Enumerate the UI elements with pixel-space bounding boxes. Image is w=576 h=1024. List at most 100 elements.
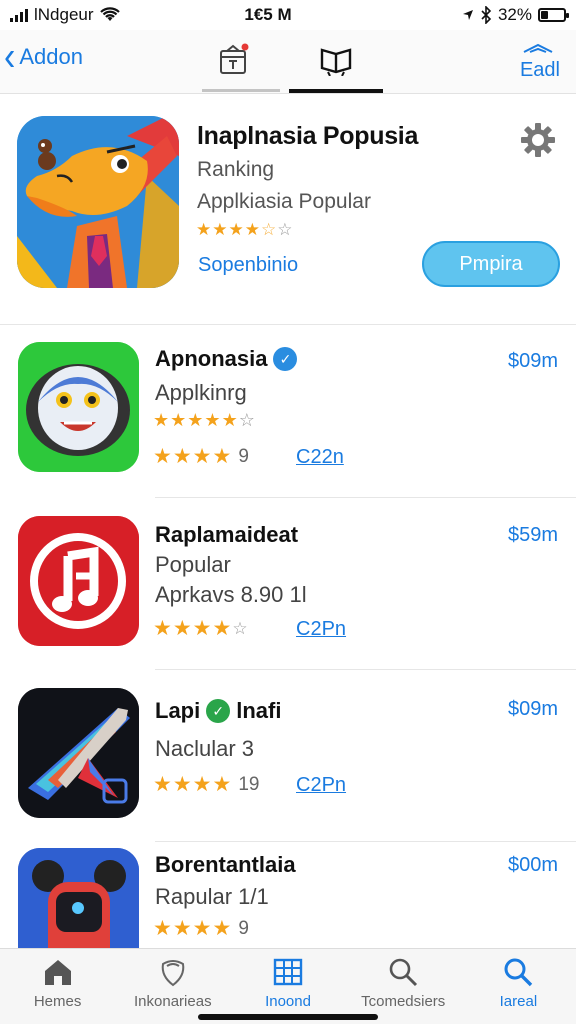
star-icon: ★ [212,220,228,239]
tab-inoond[interactable]: Inoond [230,949,345,1024]
nav-right-label: Eadl [519,59,560,81]
star-icon: ★ [192,617,212,640]
battery-fill [541,11,549,19]
nav-bar: ‹ Addon Eadl [0,30,576,94]
tab-label: Hemes [33,993,82,1010]
featured-title: lnaplnasia Popusia [197,122,419,150]
battery-percent: 32% [497,5,532,24]
app-name-text: Apnonasia [155,346,268,371]
featured-app[interactable]: lnaplnasia Popusia Ranking Applkiasia Po… [0,100,576,325]
star-icon: ★ [170,410,187,430]
app-name: Raplamaideat [155,522,298,548]
tab-home[interactable]: Hemes [0,949,115,1024]
bluetooth-icon [481,6,492,24]
status-bar: lNdgeur 1€5 M 32% [0,0,576,30]
star-icon: ★ [153,445,172,468]
tab-label: Iareal [499,993,538,1010]
star-rating-secondary: ★ ★ ★ ★ 9 [153,444,249,469]
get-button[interactable]: Pmpira [422,241,560,287]
price-button[interactable]: $09m [508,350,558,373]
back-label: Addon [19,44,83,69]
featured-category: Applkiasia Popular [197,190,371,213]
featured-link[interactable]: Sopenbinio [198,254,298,277]
price-button[interactable]: $00m [508,854,558,877]
app-row[interactable]: Borentantlaia Rapular 1/1 ★ ★ ★ ★ 9 $00m [0,842,576,948]
app-size-link[interactable]: C2Pn [296,774,346,797]
tab-label: Inoond [265,993,311,1010]
home-icon [41,955,75,989]
carrier-label: lNdgeur [34,5,94,24]
verified-badge-icon: ✓ [273,347,298,371]
grid-icon [271,955,305,989]
gift-icon[interactable] [213,40,253,80]
star-icon: ★ [212,773,232,796]
app-name-text-b: lnafi [236,698,282,723]
star-icon: ★ [221,410,238,430]
star-rating: ★ ★ ★ ★ 9 [153,916,249,941]
tab-inkonarieas[interactable]: Inkonarieas [115,949,230,1024]
star-half-icon: ☆ [232,618,248,638]
robot-app-icon[interactable] [18,848,139,948]
gear-icon[interactable] [520,122,556,158]
app-row[interactable]: Raplamaideat Popular Aprkavs 8.90 1l ★ ★… [0,498,576,670]
star-icon: ★ [192,773,212,796]
app-name-text: Raplamaideat [155,522,299,547]
tab-tcomedsiers[interactable]: Tcomedsiers [346,949,461,1024]
chevron-left-icon: ‹ [4,34,16,80]
star-icon: ★ [153,917,172,940]
star-rating: ★ ★ ★ ★ ☆ ☆ [196,220,293,240]
app-name: Lapi ✓ lnafi [155,698,281,724]
location-icon [462,10,473,20]
search-icon [501,955,535,989]
star-icon: ★ [187,410,204,430]
tab-iareal[interactable]: Iareal [461,949,576,1024]
star-icon: ★ [204,410,221,430]
tab-indicator-active [289,89,383,93]
star-icon: ★ [172,617,192,640]
verified-badge-icon: ✓ [206,699,231,723]
star-icon: ★ [196,220,212,239]
book-icon[interactable] [316,40,356,80]
back-button[interactable]: ‹ Addon [4,34,83,80]
app-name-text-a: Lapi [155,698,201,723]
battery-icon [538,8,569,22]
tab-bar: Hemes Inkonarieas Inoond Tcomedsiers Iar… [0,948,576,1024]
star-icon: ★ [228,220,244,239]
music-app-icon[interactable] [18,516,139,646]
bird-app-icon[interactable] [17,116,179,288]
face-app-icon[interactable] [18,342,139,472]
price-button[interactable]: $59m [508,524,558,547]
nav-right-button[interactable]: Eadl [516,42,560,82]
star-icon: ★ [153,773,172,796]
star-empty-icon: ☆ [277,220,293,239]
tab-indicator-inactive [202,89,280,92]
rating-count: 9 [238,445,249,467]
featured-subtitle: Ranking [197,158,275,181]
rocket-app-icon[interactable] [18,688,139,818]
cap-icon [523,43,553,53]
rating-count: 19 [238,773,260,795]
search-icon [386,955,420,989]
status-right: 32% [366,5,569,25]
star-empty-icon: ☆ [238,410,255,430]
star-rating: ★ ★ ★ ★ 19 [153,772,259,797]
star-icon: ★ [192,445,212,468]
star-icon: ★ [172,773,192,796]
price-button[interactable]: $09m [508,698,558,721]
star-rating: ★ ★ ★ ★ ★ ☆ [153,410,255,431]
star-icon: ★ [172,445,192,468]
app-row[interactable]: Lapi ✓ lnafi Naclular 3 ★ ★ ★ ★ 19 C2Pn … [0,670,576,842]
app-size-link[interactable]: C2Pn [296,618,346,641]
star-icon: ★ [153,617,172,640]
star-icon: ★ [153,410,170,430]
rating-count: 9 [238,917,249,939]
app-category: Popular [155,552,231,577]
star-rating: ★ ★ ★ ★ ☆ [153,616,248,641]
app-size-link[interactable]: C22n [296,446,344,469]
app-row[interactable]: Apnonasia ✓ Applkinrg ★ ★ ★ ★ ★ ☆ ★ ★ ★ … [0,326,576,498]
status-time: 1€5 M [244,5,292,24]
signal-icon [10,8,28,22]
tab-label: Tcomedsiers [361,993,446,1010]
star-icon: ★ [244,220,260,239]
star-half-icon: ☆ [261,220,277,239]
